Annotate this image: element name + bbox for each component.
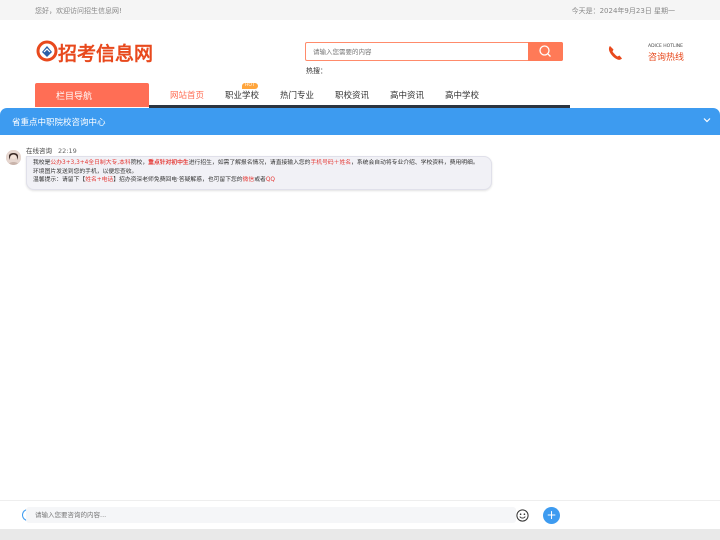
message-header: 在线咨询 22:19	[26, 145, 77, 155]
hot-badge: HOT	[242, 83, 258, 89]
category-nav-button[interactable]: 栏目导航	[35, 83, 149, 107]
msg-text: 我校是	[33, 160, 51, 166]
date-text: 今天是：2024年9月23日 星期一	[571, 7, 675, 15]
hotline-cn: 咨询热线	[648, 53, 685, 63]
nav-item-highschools[interactable]: 高中学校	[445, 89, 479, 101]
nav-item-vocational-schools[interactable]: 职业学校	[225, 89, 259, 101]
emoji-icon[interactable]	[516, 509, 529, 522]
msg-highlight: 微信	[242, 177, 255, 183]
chat-input[interactable]	[26, 507, 516, 523]
message-bubble: 我校是公办3+3,3+4全日制大专,本科院校，重点针对初中生进行招生，如需了解报…	[26, 156, 492, 190]
msg-highlight: 手机号码＋姓名	[310, 160, 352, 166]
nav-item-vocational-news[interactable]: 职校资讯	[335, 89, 369, 101]
category-nav-label: 栏目导航	[56, 92, 93, 102]
message-line-2: 环境图片发送到您的手机，以便您查收。	[33, 168, 138, 175]
search-box	[305, 42, 563, 61]
welcome-text: 您好，欢迎访问招生信息网!	[35, 7, 122, 15]
msg-text: 进行招生，如需了解报名情况，请直接输入您的	[188, 160, 311, 166]
site-logo[interactable]: 招考信息网	[36, 38, 161, 66]
agent-avatar	[6, 150, 21, 165]
search-icon	[539, 45, 551, 57]
msg-text: 院校，	[130, 160, 149, 166]
send-button[interactable]: +	[543, 507, 560, 524]
hotline: ADICE HOTLINE 咨询热线	[606, 42, 686, 66]
top-bar: 您好，欢迎访问招生信息网! 今天是：2024年9月23日 星期一	[0, 0, 720, 20]
search-input[interactable]	[306, 43, 528, 60]
search-button[interactable]	[528, 42, 563, 61]
hotline-en: ADICE HOTLINE	[648, 44, 684, 49]
msg-highlight: QQ	[265, 177, 275, 183]
nav-item-majors[interactable]: 热门专业	[280, 89, 314, 101]
message-line-3: 温馨提示：请留下【姓名+电话】招办资深老师免费回电·答疑解惑，也可留下您的微信或…	[33, 176, 485, 185]
avatar-icon	[6, 150, 21, 165]
msg-text: 】招办资深老师免费回电·答疑解惑，也可留下您的	[113, 177, 243, 183]
message-line-1: 我校是公办3+3,3+4全日制大专,本科院校，重点针对初中生进行招生，如需了解报…	[33, 159, 485, 168]
message-time: 22:19	[58, 147, 77, 155]
bottom-strip	[0, 529, 720, 540]
msg-text: ，系统会自动将专业介绍、学校资料，费用明细。	[351, 160, 479, 166]
logo-text: 招考信息网	[58, 43, 154, 65]
hot-search-label: 热搜：	[306, 67, 327, 75]
chat-title: 省重点中职院校咨询中心	[12, 118, 106, 128]
chat-body: 在线咨询 22:19 我校是公办3+3,3+4全日制大专,本科院校，重点针对初中生…	[0, 135, 720, 500]
msg-highlight: 公办3+3,3+4全日制大专,本科	[50, 160, 131, 166]
msg-text: 或者	[254, 177, 266, 183]
msg-highlight: 姓名+电话	[85, 177, 114, 183]
chevron-down-icon[interactable]	[702, 115, 712, 125]
chat-footer: +	[0, 500, 720, 529]
phone-icon	[608, 46, 622, 60]
chat-header[interactable]: 省重点中职院校咨询中心	[0, 108, 720, 135]
msg-text: 温馨提示：请留下【	[33, 177, 86, 183]
sender-name: 在线咨询	[26, 147, 52, 155]
logo-icon	[36, 40, 58, 62]
nav-item-highschool-news[interactable]: 高中资讯	[390, 89, 424, 101]
msg-highlight: 重点针对初中生	[148, 160, 189, 166]
nav-item-home[interactable]: 网站首页	[170, 89, 204, 101]
